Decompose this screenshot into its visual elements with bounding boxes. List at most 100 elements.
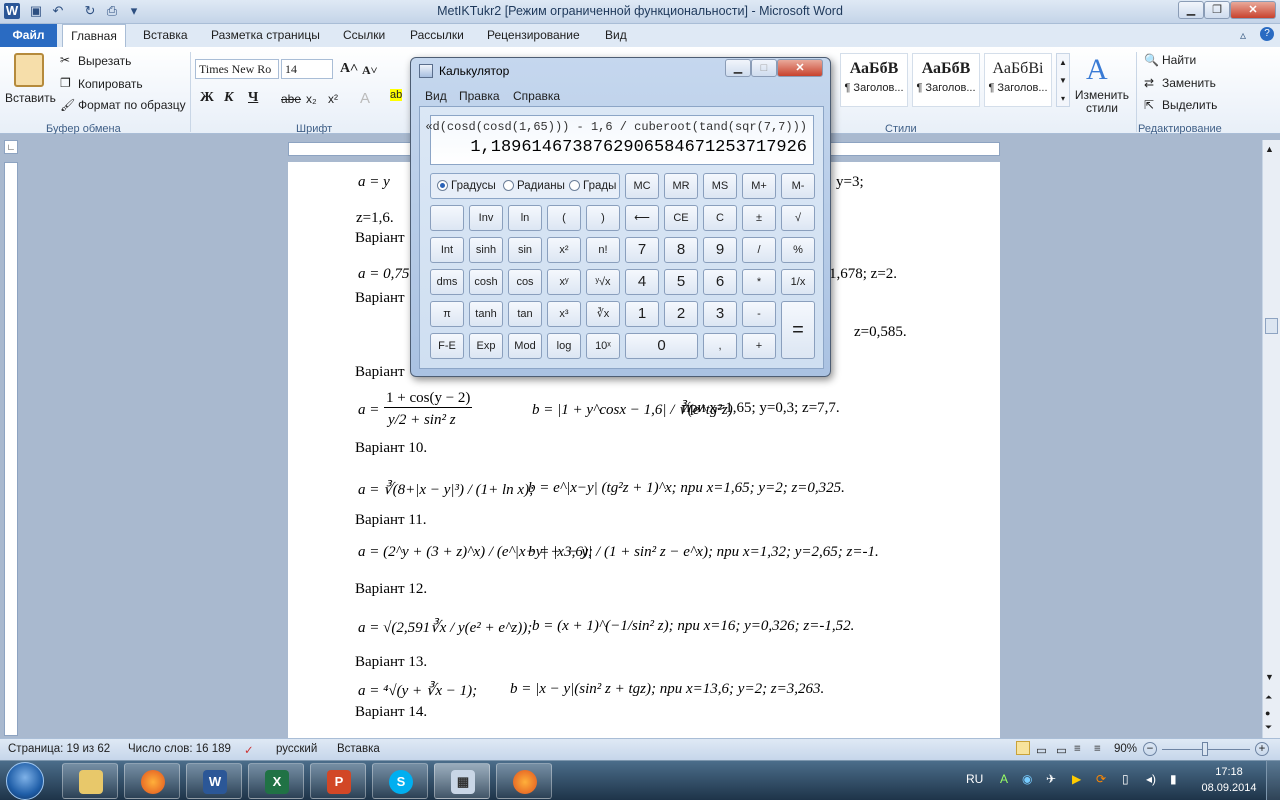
scroll-down-icon[interactable]: ▼ (1265, 672, 1274, 682)
tab-references[interactable]: Ссылки (343, 24, 385, 47)
calc-close-button[interactable]: ✕ (777, 59, 823, 77)
help-icon[interactable]: ? (1260, 27, 1274, 41)
calc-key[interactable]: Inv (469, 205, 503, 231)
strikethrough-icon[interactable]: abe (281, 92, 301, 106)
superscript-icon[interactable]: x² (328, 92, 338, 106)
paste-icon[interactable] (14, 53, 44, 87)
change-styles-button[interactable]: Изменить стили (1074, 89, 1130, 115)
calc-key[interactable]: 2 (664, 301, 698, 327)
tab-page-layout[interactable]: Разметка страницы (211, 24, 320, 47)
calc-key[interactable]: x² (547, 237, 581, 263)
format-painter-button[interactable]: Формат по образцу (78, 98, 186, 112)
calculator-window[interactable]: Калькулятор ▁ □ ✕ Вид Правка Справка «d(… (410, 57, 831, 377)
cut-icon[interactable]: ✂ (60, 53, 70, 67)
calc-key[interactable]: ∛x (586, 301, 620, 327)
clock-date[interactable]: 08.09.2014 (1196, 782, 1262, 794)
copy-button[interactable]: Копировать (78, 77, 143, 91)
tray-network-icon[interactable]: ◉ (1022, 772, 1032, 786)
page-count[interactable]: Страница: 19 из 62 (8, 743, 110, 755)
calc-key[interactable]: % (781, 237, 815, 263)
calc-key[interactable]: tan (508, 301, 542, 327)
calc-key[interactable] (430, 205, 464, 231)
calc-key[interactable]: 7 (625, 237, 659, 263)
grow-font-icon[interactable]: A˄ (340, 61, 358, 77)
bold-icon[interactable]: Ж (200, 90, 214, 106)
calc-key[interactable]: CE (664, 205, 698, 231)
calc-key[interactable]: cos (508, 269, 542, 295)
calc-key[interactable]: cosh (469, 269, 503, 295)
tab-file[interactable]: Файл (0, 24, 57, 47)
select-button[interactable]: Выделить (1162, 98, 1217, 112)
scroll-up-icon[interactable]: ▲ (1265, 144, 1274, 154)
tab-mailings[interactable]: Рассылки (410, 24, 464, 47)
calc-key[interactable]: 5 (664, 269, 698, 295)
calc-key[interactable]: 1 (625, 301, 659, 327)
start-button[interactable] (6, 762, 44, 800)
calc-maximize-button[interactable]: □ (751, 59, 777, 77)
tab-view[interactable]: Вид (605, 24, 627, 47)
taskbar-firefox[interactable] (124, 763, 180, 799)
subscript-icon[interactable]: x₂ (306, 92, 317, 106)
font-name-combo[interactable]: Times New Ro (195, 59, 279, 79)
show-desktop-button[interactable] (1266, 761, 1280, 800)
zoom-slider-thumb[interactable] (1202, 742, 1208, 756)
calc-key[interactable]: 10ˣ (586, 333, 620, 359)
proofing-icon[interactable]: ✓ (244, 743, 254, 757)
scroll-thumb[interactable] (1265, 318, 1278, 334)
calc-key[interactable]: 3 (703, 301, 737, 327)
equals-key[interactable]: = (781, 301, 815, 359)
calc-key[interactable]: ± (742, 205, 776, 231)
calc-key[interactable]: Exp (469, 333, 503, 359)
taskbar-explorer[interactable] (62, 763, 118, 799)
calc-key[interactable]: / (742, 237, 776, 263)
font-size-combo[interactable]: 14 (281, 59, 333, 79)
format-painter-icon[interactable]: 🖌 (60, 98, 75, 112)
ribbon-minimize-icon[interactable]: ▵ (1240, 28, 1246, 42)
minimize-button[interactable]: ▁ (1178, 1, 1204, 19)
change-styles-icon[interactable]: A (1086, 53, 1108, 87)
taskbar-calculator[interactable]: ▦ (434, 763, 490, 799)
browse-object-icon[interactable]: ● (1265, 708, 1270, 718)
mode-degrees[interactable]: Градусы (437, 180, 496, 192)
calc-key[interactable]: - (742, 301, 776, 327)
style-heading3[interactable]: АаБбВі ¶ Заголов... (984, 53, 1052, 107)
taskbar-firefox-2[interactable] (496, 763, 552, 799)
find-button[interactable]: Найти (1162, 53, 1196, 67)
taskbar-word[interactable]: W (186, 763, 242, 799)
tray-icon[interactable]: ▶ (1072, 772, 1081, 786)
shrink-font-icon[interactable]: A˅ (362, 63, 378, 78)
calc-key[interactable]: xʸ (547, 269, 581, 295)
vertical-ruler[interactable] (4, 162, 18, 736)
styles-scroll[interactable]: ▲ ▼ ▾ (1056, 53, 1070, 107)
calc-key[interactable]: π (430, 301, 464, 327)
calc-key[interactable]: ln (508, 205, 542, 231)
memory-key[interactable]: M+ (742, 173, 776, 199)
menu-help[interactable]: Справка (513, 89, 560, 103)
calc-minimize-button[interactable]: ▁ (725, 59, 751, 77)
menu-view[interactable]: Вид (425, 89, 447, 103)
style-heading1[interactable]: АаБбВ ¶ Заголов... (840, 53, 908, 107)
taskbar-skype[interactable]: S (372, 763, 428, 799)
calc-key[interactable]: log (547, 333, 581, 359)
word-count[interactable]: Число слов: 16 189 (128, 743, 231, 755)
tray-volume-icon[interactable]: ◂) (1146, 772, 1156, 786)
calc-key[interactable]: + (742, 333, 776, 359)
memory-key[interactable]: M- (781, 173, 815, 199)
tab-selector[interactable]: ∟ (4, 140, 18, 154)
clock-time[interactable]: 17:18 (1200, 766, 1258, 778)
calc-key[interactable]: x³ (547, 301, 581, 327)
calc-key[interactable]: ( (547, 205, 581, 231)
tray-icon[interactable]: ⟳ (1096, 772, 1106, 786)
memory-key[interactable]: MC (625, 173, 659, 199)
calc-key[interactable]: 8 (664, 237, 698, 263)
draft-view-icon[interactable]: ≡ (1094, 743, 1101, 755)
input-language[interactable]: RU (966, 772, 983, 786)
prev-page-icon[interactable]: ⏶ (1265, 692, 1272, 703)
menu-edit[interactable]: Правка (459, 89, 500, 103)
calc-key[interactable]: , (703, 333, 737, 359)
calc-key[interactable]: √ (781, 205, 815, 231)
tray-icon[interactable]: ✈ (1046, 772, 1056, 786)
tab-home[interactable]: Главная (62, 24, 126, 47)
tray-network-bars-icon[interactable]: ▮ (1170, 772, 1177, 786)
calc-key[interactable]: 6 (703, 269, 737, 295)
